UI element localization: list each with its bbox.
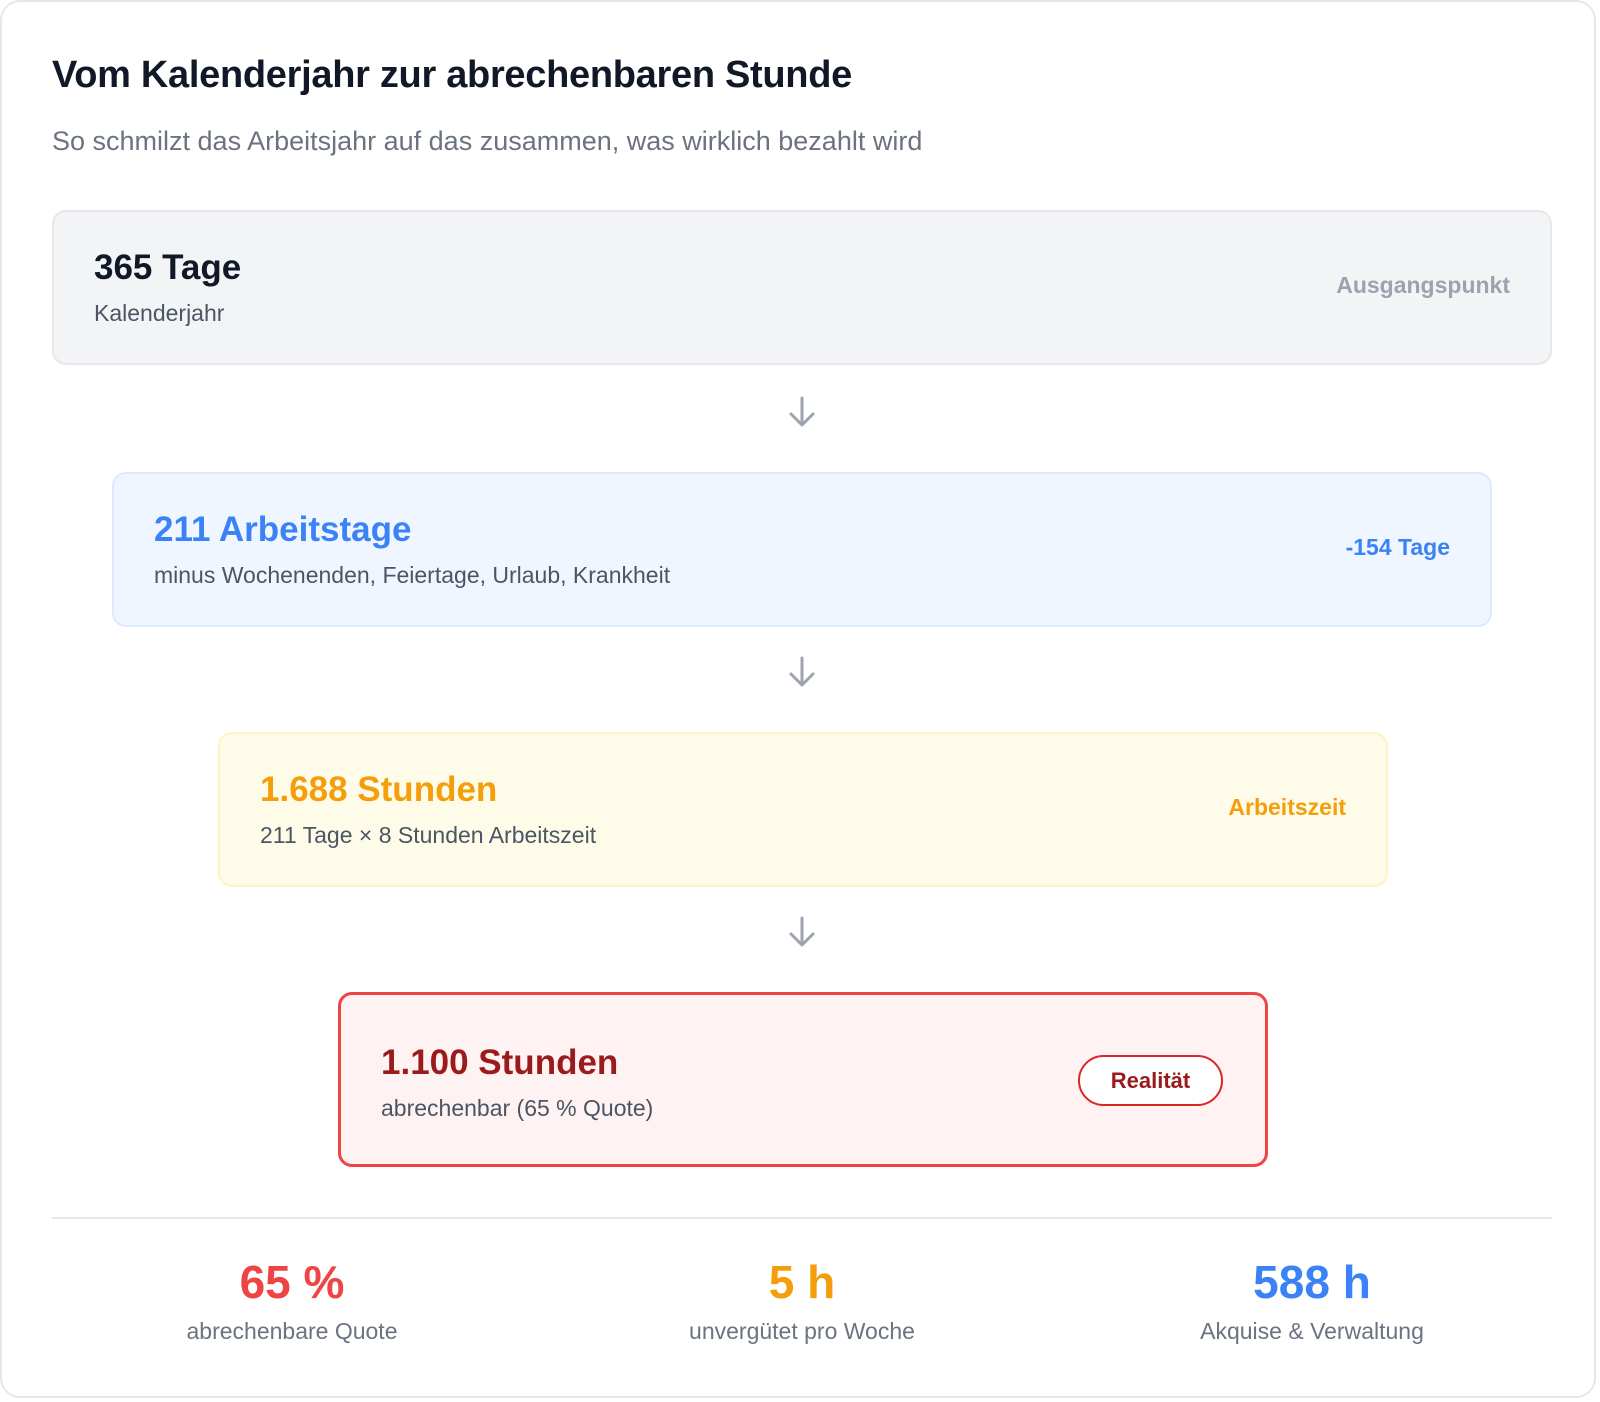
step-description: minus Wochenenden, Feiertage, Urlaub, Kr… bbox=[154, 562, 671, 588]
step-billable-hours: 1.100 Stunden abrechenbar (65 % Quote) R… bbox=[338, 992, 1268, 1167]
step-description: Kalenderjahr bbox=[94, 300, 225, 326]
step-working-hours: 1.688 Stunden 211 Tage × 8 Stunden Arbei… bbox=[218, 732, 1388, 887]
step-value: 1.688 Stunden bbox=[260, 770, 498, 809]
step-tag: Ausgangspunkt bbox=[1336, 272, 1510, 298]
stat-acquisition-admin: 588 h Akquise & Verwaltung bbox=[1112, 1254, 1512, 1345]
step-tag: -154 Tage bbox=[1345, 534, 1450, 560]
step-value: 211 Arbeitstage bbox=[154, 510, 412, 549]
stat-label: unvergütet pro Woche bbox=[689, 1318, 915, 1344]
step-working-days: 211 Arbeitstage minus Wochenenden, Feier… bbox=[112, 472, 1492, 627]
stat-unpaid-per-week: 5 h unvergütet pro Woche bbox=[602, 1254, 1002, 1345]
step-tag: Arbeitszeit bbox=[1228, 794, 1346, 820]
stat-value: 65 % bbox=[239, 1256, 345, 1308]
page-title: Vom Kalenderjahr zur abrechenbaren Stund… bbox=[52, 54, 852, 96]
arrow-down-icon bbox=[789, 656, 815, 687]
step-value: 365 Tage bbox=[94, 248, 242, 287]
stat-label: abrechenbare Quote bbox=[186, 1318, 398, 1344]
stat-billable-quota: 65 % abrechenbare Quote bbox=[92, 1254, 492, 1345]
step-value: 1.100 Stunden bbox=[381, 1043, 619, 1082]
page-subtitle: So schmilzt das Arbeitsjahr auf das zusa… bbox=[52, 126, 923, 156]
step-calendar-year: 365 Tage Kalenderjahr Ausgangspunkt bbox=[52, 210, 1552, 365]
stat-label: Akquise & Verwaltung bbox=[1200, 1318, 1424, 1344]
arrow-down-icon bbox=[789, 396, 815, 427]
arrow-down-icon bbox=[789, 916, 815, 947]
step-description: abrechenbar (65 % Quote) bbox=[381, 1095, 654, 1121]
stat-value: 5 h bbox=[768, 1256, 836, 1308]
reality-badge: Realität bbox=[1078, 1055, 1223, 1106]
divider bbox=[52, 1217, 1552, 1219]
stat-value: 588 h bbox=[1253, 1256, 1371, 1308]
step-description: 211 Tage × 8 Stunden Arbeitszeit bbox=[260, 822, 597, 848]
funnel-card: Vom Kalenderjahr zur abrechenbaren Stund… bbox=[0, 0, 1596, 1398]
